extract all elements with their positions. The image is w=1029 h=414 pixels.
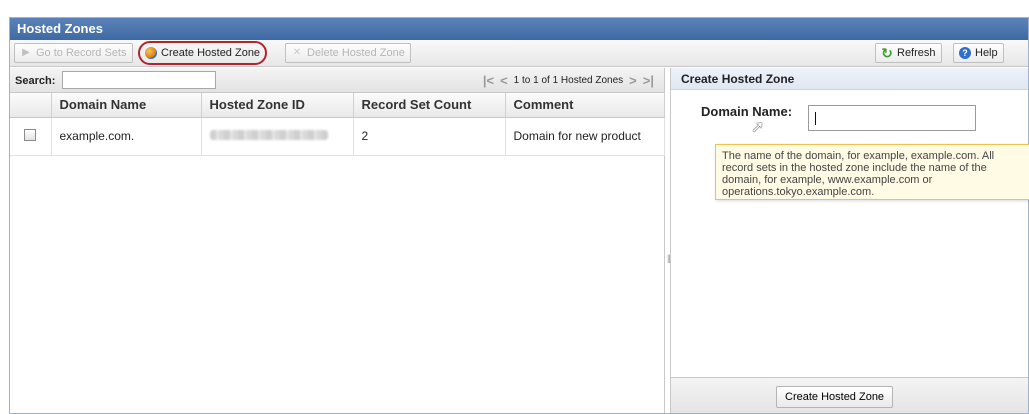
column-header-comment[interactable]: Comment (505, 93, 665, 118)
hosted-zones-list-pane: Search: |< < 1 to 1 of 1 Hosted Zones > … (10, 68, 665, 413)
search-input[interactable] (62, 71, 216, 89)
comment-cell: Domain for new product (505, 117, 665, 156)
last-page-icon[interactable]: >| (643, 73, 654, 88)
pager: |< < 1 to 1 of 1 Hosted Zones > >| (483, 73, 654, 88)
table-row[interactable]: example.com. 2 Domain for new product (10, 117, 665, 156)
mouse-cursor-icon: ➚ (751, 119, 765, 136)
hosted-zone-id-cell (201, 117, 354, 156)
prev-page-icon[interactable]: < (500, 73, 508, 88)
go-to-record-sets-button[interactable]: ▶ Go to Record Sets (14, 43, 133, 63)
domain-name-label: Domain Name: (701, 104, 793, 119)
go-to-record-sets-label: Go to Record Sets (36, 47, 127, 59)
delete-hosted-zone-label: Delete Hosted Zone (307, 47, 405, 59)
domain-name-cell: example.com. (51, 117, 202, 156)
help-label: Help (975, 47, 998, 59)
toolbar: ▶ Go to Record Sets Create Hosted Zone ✕… (10, 40, 1028, 67)
checkbox-icon[interactable] (24, 128, 37, 141)
table-header-row: Domain Name Hosted Zone ID Record Set Co… (10, 93, 665, 118)
create-hosted-zone-button[interactable]: Create Hosted Zone (138, 41, 268, 65)
help-icon: ? (959, 47, 971, 59)
column-header-domain-name[interactable]: Domain Name (51, 93, 202, 118)
domain-name-input[interactable] (808, 105, 976, 131)
create-hosted-zone-submit-button[interactable]: Create Hosted Zone (776, 386, 894, 408)
help-button[interactable]: ? Help (953, 43, 1004, 63)
row-select-cell (10, 117, 52, 156)
first-page-icon[interactable]: |< (483, 73, 494, 88)
domain-name-tooltip: The name of the domain, for example, exa… (715, 144, 1029, 200)
panel-title: Create Hosted Zone (671, 68, 1028, 90)
refresh-button[interactable]: ↻ Refresh (875, 43, 942, 63)
refresh-label: Refresh (897, 47, 936, 59)
next-page-icon[interactable]: > (629, 73, 637, 88)
create-hosted-zone-label: Create Hosted Zone (161, 47, 261, 59)
select-column-header (10, 93, 52, 118)
record-set-count-cell: 2 (353, 117, 506, 156)
search-bar: Search: |< < 1 to 1 of 1 Hosted Zones > … (10, 68, 664, 93)
text-caret (815, 112, 816, 125)
panel-footer: Create Hosted Zone (671, 377, 1028, 413)
window-title: Hosted Zones (10, 18, 1028, 40)
refresh-icon: ↻ (881, 45, 893, 61)
create-hosted-zone-pane: Create Hosted Zone Domain Name: ➚ The na… (670, 68, 1029, 413)
hosted-zones-window: Hosted Zones ▶ Go to Record Sets Create … (9, 17, 1029, 414)
arrow-right-icon: ▶ (22, 47, 30, 58)
pager-text: 1 to 1 of 1 Hosted Zones (513, 75, 624, 86)
delete-hosted-zone-button[interactable]: ✕ Delete Hosted Zone (285, 43, 411, 63)
hosted-zones-table: Domain Name Hosted Zone ID Record Set Co… (10, 93, 665, 156)
column-header-record-set-count[interactable]: Record Set Count (353, 93, 506, 118)
search-label: Search: (15, 75, 56, 87)
column-header-hosted-zone-id[interactable]: Hosted Zone ID (201, 93, 354, 118)
globe-icon (145, 47, 157, 59)
delete-x-icon: ✕ (292, 47, 302, 58)
redacted-zone-id (209, 130, 328, 140)
